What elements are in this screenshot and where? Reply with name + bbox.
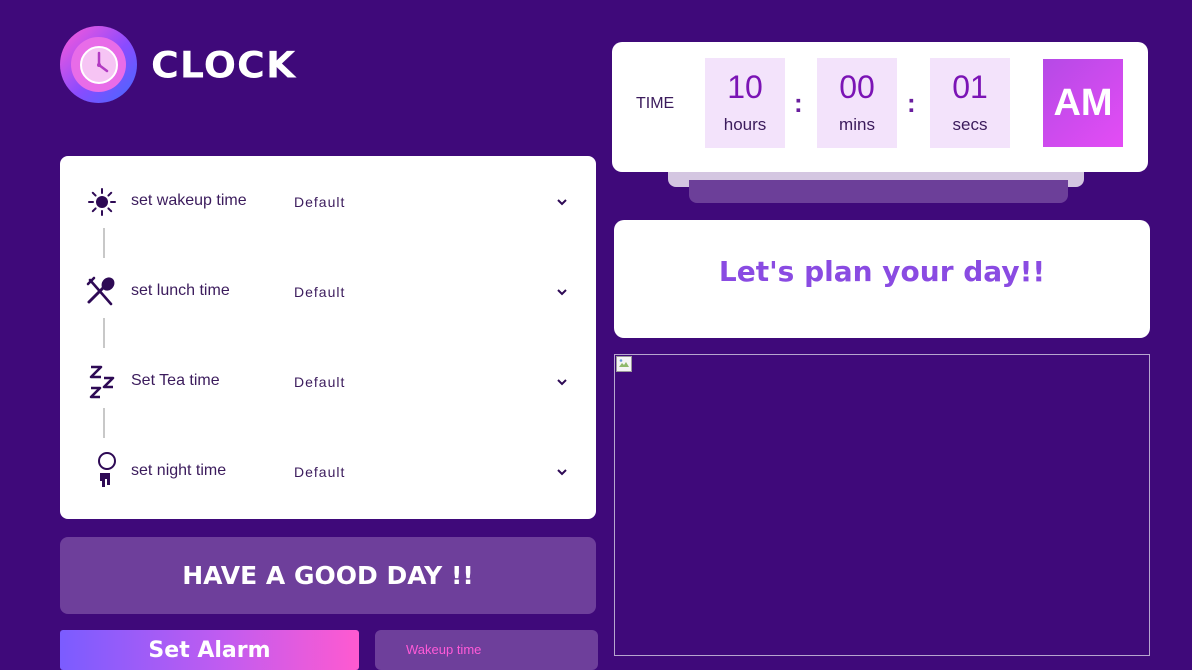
time-separator: : <box>907 88 916 118</box>
timeline-connector <box>103 408 105 438</box>
mins-unit: mins <box>839 115 875 134</box>
time-label: TIME <box>636 95 675 112</box>
app-logo: CLOCK <box>60 26 296 103</box>
greeting-banner: HAVE A GOOD DAY !! <box>60 537 596 614</box>
set-alarm-button[interactable]: Set Alarm <box>60 630 359 670</box>
fork-spoon-icon <box>82 272 122 312</box>
setting-row-wakeup[interactable]: set wakeup time Default <box>60 182 596 222</box>
broken-image-icon <box>616 356 632 372</box>
setting-row-tea[interactable]: Set Tea time Default <box>60 362 596 402</box>
setting-row-lunch[interactable]: set lunch time Default <box>60 272 596 312</box>
chevron-down-icon[interactable] <box>554 194 570 210</box>
timeline-connector <box>103 228 105 258</box>
setting-label: set lunch time <box>131 282 230 299</box>
zzz-icon <box>82 362 122 402</box>
hours-unit: hours <box>723 115 767 134</box>
time-separator: : <box>794 88 803 118</box>
clock-icon <box>60 26 137 103</box>
time-display: TIME 10 hours : 00 mins : 01 secs AM <box>612 42 1148 172</box>
setting-value[interactable]: Default <box>294 464 345 480</box>
setting-value[interactable]: Default <box>294 284 345 300</box>
app-title: CLOCK <box>151 43 297 86</box>
sun-icon <box>82 182 122 222</box>
secs-value: 01 <box>952 69 988 105</box>
setting-row-night[interactable]: set night time Default <box>60 452 596 492</box>
card-shadow <box>689 180 1068 203</box>
moon-icon <box>82 452 122 492</box>
mins-value: 00 <box>839 69 875 105</box>
setting-label: Set Tea time <box>131 372 220 389</box>
timeline-connector <box>103 318 105 348</box>
day-image <box>614 354 1150 656</box>
chevron-down-icon[interactable] <box>554 374 570 390</box>
chevron-down-icon[interactable] <box>554 284 570 300</box>
secs-unit: secs <box>952 115 988 134</box>
chevron-down-icon[interactable] <box>554 464 570 480</box>
setting-value[interactable]: Default <box>294 194 345 210</box>
hours-value: 10 <box>727 69 763 105</box>
schedule-settings: set wakeup time Default set lunch time D… <box>60 156 596 519</box>
plan-message-card: Let's plan your day!! <box>614 220 1150 338</box>
setting-label: set wakeup time <box>131 192 247 209</box>
mins-box: 00 mins <box>817 58 897 148</box>
plan-message: Let's plan your day!! <box>718 255 1046 288</box>
wakeup-time-card: Wakeup time <box>375 630 598 670</box>
hours-box: 10 hours <box>705 58 785 148</box>
setting-value[interactable]: Default <box>294 374 345 390</box>
secs-box: 01 secs <box>930 58 1010 148</box>
period-badge: AM <box>1043 59 1123 147</box>
setting-label: set night time <box>131 462 227 479</box>
